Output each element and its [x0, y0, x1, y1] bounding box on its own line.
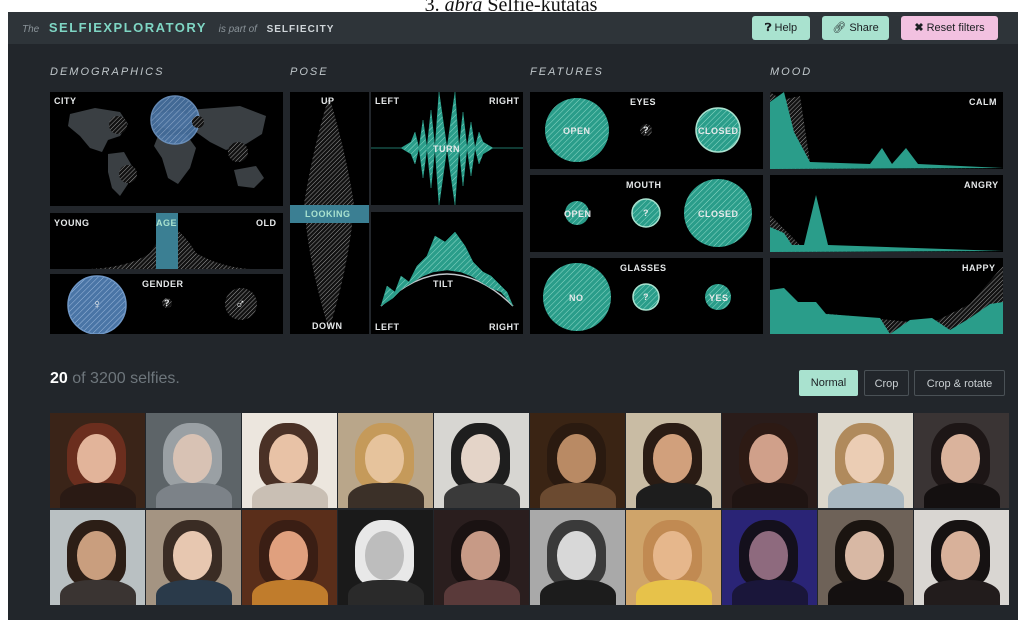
city-map-panel[interactable]: CITY [50, 92, 283, 206]
gender-label: GENDER [142, 279, 184, 289]
help-label: Help [774, 22, 798, 34]
selfie-thumbnail[interactable] [818, 510, 913, 605]
calm-panel[interactable]: CALM [770, 92, 1003, 169]
gender-panel[interactable]: GENDER ? ♀ ♂ [50, 274, 283, 334]
help-button[interactable]: ❓︎ Help [752, 16, 810, 40]
eyes-label: EYES [630, 97, 657, 107]
glasses-label: GLASSES [620, 263, 667, 273]
age-old-label: OLD [256, 218, 277, 228]
selfie-thumbnail[interactable] [530, 510, 625, 605]
selfie-thumbnail[interactable] [242, 510, 337, 605]
gender-unknown: ? [164, 298, 170, 308]
section-pose: POSE [290, 66, 329, 78]
tilt-label: TILT [433, 279, 454, 289]
mouth-panel[interactable]: MOUTH OPEN ? CLOSED [530, 175, 763, 252]
tilt-right-label: RIGHT [489, 322, 520, 332]
glasses-unknown[interactable]: ? [643, 292, 649, 302]
age-panel[interactable]: YOUNG AGE OLD [50, 213, 283, 269]
selfie-thumbnail[interactable] [434, 413, 529, 508]
view-normal-button[interactable]: Normal [799, 370, 858, 396]
view-crop-button[interactable]: Crop [864, 370, 909, 396]
tilt-panel[interactable]: TILT LEFT RIGHT [371, 212, 523, 334]
mouth-open[interactable]: OPEN [564, 209, 592, 219]
selfie-thumbnail[interactable] [818, 413, 913, 508]
pose-updown-panel[interactable]: UP LOOKING DOWN [290, 92, 369, 334]
calm-label: CALM [969, 97, 997, 107]
male-symbol-icon: ♂ [235, 295, 246, 311]
help-icon: ❓︎ [764, 22, 772, 34]
female-symbol-icon: ♀ [92, 296, 103, 312]
selfiecity-link[interactable]: SELFIECITY [267, 24, 335, 35]
selfie-thumbnail[interactable] [530, 413, 625, 508]
age-label: AGE [156, 218, 178, 228]
selfie-thumbnail[interactable] [722, 510, 817, 605]
selfie-thumbnail[interactable] [914, 510, 1009, 605]
turn-label: TURN [433, 144, 460, 154]
section-demographics: DEMOGRAPHICS [50, 66, 165, 78]
brand-prefix: The [22, 24, 40, 35]
mouth-label: MOUTH [626, 180, 662, 190]
reset-filters-button[interactable]: ✖ Reset filters [901, 16, 998, 40]
selfie-thumbnail[interactable] [146, 510, 241, 605]
brand-middle: is part of [218, 24, 257, 35]
eyes-unknown[interactable]: ? [643, 125, 649, 135]
mouth-unknown[interactable]: ? [643, 208, 649, 218]
angry-panel[interactable]: ANGRY [770, 175, 1003, 252]
pose-down-label: DOWN [312, 321, 343, 331]
city-label: CITY [54, 96, 77, 106]
glasses-yes[interactable]: YES [709, 293, 729, 303]
section-features: FEATURES [530, 66, 604, 78]
results-count: 20 of 3200 selfies. [50, 370, 180, 388]
selfie-thumbnail[interactable] [50, 413, 145, 508]
results-shown: 20 [50, 370, 68, 387]
brand: The SELFIEXPLORATORY is part of SELFIECI… [22, 20, 334, 35]
city-selected-bubble[interactable] [150, 95, 200, 145]
selfie-thumbnail[interactable] [146, 413, 241, 508]
selfie-thumbnail[interactable] [242, 413, 337, 508]
reset-label: Reset filters [926, 22, 985, 34]
selfie-thumbnail[interactable] [338, 413, 433, 508]
top-bar: The SELFIEXPLORATORY is part of SELFIECI… [8, 12, 1018, 44]
glasses-panel[interactable]: GLASSES NO ? YES [530, 258, 763, 334]
eyes-open[interactable]: OPEN [563, 126, 591, 136]
share-label: Share [849, 22, 879, 34]
results-total: of 3200 selfies. [72, 370, 180, 387]
share-button[interactable]: 🔗︎ Share [822, 16, 889, 40]
eyes-panel[interactable]: EYES OPEN ? CLOSED [530, 92, 763, 169]
selfie-thumbnail[interactable] [626, 413, 721, 508]
selfie-thumbnail[interactable] [626, 510, 721, 605]
happy-label: HAPPY [962, 263, 996, 273]
selfie-thumbnail[interactable] [338, 510, 433, 605]
world-map [68, 95, 266, 196]
app-title[interactable]: SELFIEXPLORATORY [49, 20, 207, 35]
mouth-closed[interactable]: CLOSED [698, 209, 739, 219]
turn-panel[interactable]: LEFT RIGHT TURN [371, 92, 523, 205]
happy-panel[interactable]: HAPPY [770, 258, 1003, 334]
selfie-thumbnail[interactable] [50, 510, 145, 605]
view-crop-rotate-button[interactable]: Crop & rotate [914, 370, 1005, 396]
selfie-thumbnail[interactable] [722, 413, 817, 508]
turn-right-label: RIGHT [489, 96, 520, 106]
selfie-thumbnail[interactable] [914, 413, 1009, 508]
eyes-closed[interactable]: CLOSED [698, 126, 739, 136]
pose-up-label: UP [321, 96, 335, 106]
turn-left-label: LEFT [375, 96, 400, 106]
link-icon: 🔗︎ [832, 22, 847, 34]
selfie-grid [50, 413, 1009, 605]
selfie-thumbnail[interactable] [434, 510, 529, 605]
pose-looking-label: LOOKING [305, 209, 351, 219]
angry-label: ANGRY [964, 180, 999, 190]
glasses-no[interactable]: NO [569, 293, 584, 303]
tilt-left-label: LEFT [375, 322, 400, 332]
app-window: The SELFIEXPLORATORY is part of SELFIECI… [8, 12, 1018, 620]
close-icon: ✖ [914, 22, 924, 34]
age-young-label: YOUNG [54, 218, 90, 228]
section-mood: MOOD [770, 66, 813, 78]
